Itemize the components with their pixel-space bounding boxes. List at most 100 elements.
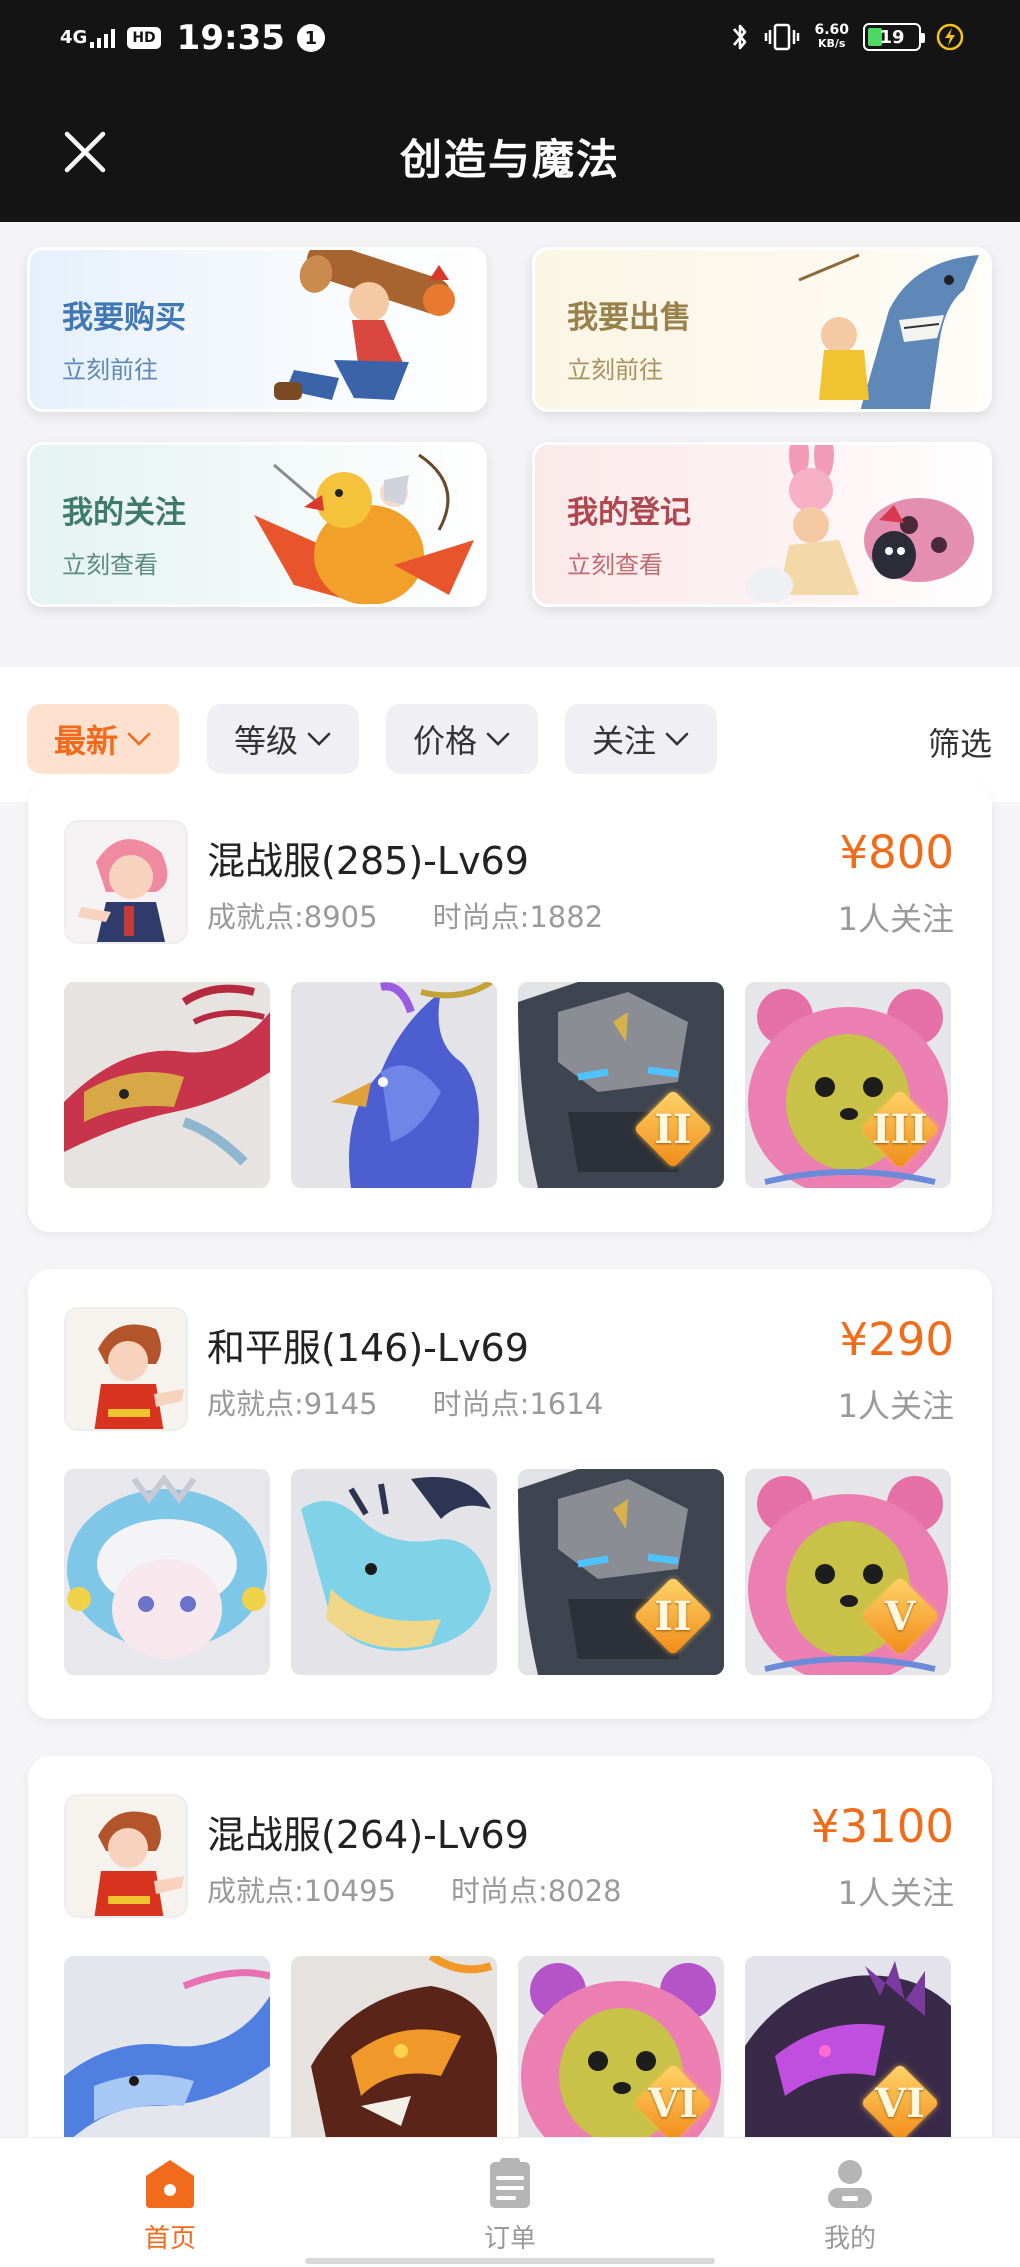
achievement-points: 成就点:10495: [207, 1874, 397, 1908]
fashion-points: 时尚点:8028: [451, 1874, 622, 1908]
network-type: 4G: [60, 27, 88, 48]
listing-list: 混战服(285)-Lv69 成就点:8905 时尚点:1882 ¥800 1人关…: [0, 782, 1020, 2137]
speed-unit: KB/s: [817, 37, 846, 50]
tier-numeral: II: [654, 1593, 692, 1640]
page-title: 创造与魔法: [399, 135, 620, 184]
charging-icon: [936, 23, 964, 51]
sell-card[interactable]: 我要出售 立刻前往: [532, 247, 992, 412]
listing-stats: 成就点:10495 时尚点:8028: [207, 1868, 622, 1910]
lava-dragon-mount-icon[interactable]: [291, 1956, 497, 2137]
rock-golem-mount-icon[interactable]: II: [518, 1469, 724, 1675]
home-indicator[interactable]: [305, 2258, 715, 2264]
battery-level: 19: [879, 26, 905, 48]
listing-price: ¥3100: [810, 1800, 954, 1853]
battery-icon: 19: [863, 23, 925, 51]
red-dragon-mount-icon[interactable]: [64, 982, 270, 1188]
tier-badge: III: [859, 1088, 941, 1170]
tier-badge: VI: [859, 2062, 941, 2137]
register-subtitle: 立刻查看: [567, 551, 663, 579]
buy-subtitle: 立刻前往: [62, 356, 158, 384]
status-right: 6.60 KB/s 19: [730, 20, 965, 54]
register-title: 我的登记: [567, 495, 691, 531]
filter-chip-latest[interactable]: 最新: [27, 704, 179, 774]
follow-card[interactable]: 我的关注 立刻查看: [27, 442, 487, 607]
clock: 19:35: [176, 18, 285, 58]
speed-value: 6.60: [814, 22, 849, 38]
sell-title: 我要出售: [567, 300, 691, 336]
home-icon: [146, 2160, 194, 2208]
azure-dragon-mount-icon[interactable]: [64, 1956, 270, 2137]
register-card[interactable]: 我的登记 立刻查看: [532, 442, 992, 607]
sell-subtitle: 立刻前往: [567, 356, 663, 384]
follower-count: 1人关注: [837, 1387, 954, 1425]
pink-bear-mount-icon[interactable]: VI: [518, 1956, 724, 2137]
avatar: [64, 1794, 188, 1918]
notification-badge: 1: [296, 24, 325, 52]
shadow-beast-mount-icon[interactable]: VI: [745, 1956, 951, 2137]
filter-chip-price[interactable]: 价格: [386, 704, 538, 774]
nav-home-label: 首页: [143, 2224, 196, 2254]
listing-stats: 成就点:8905 时尚点:1882: [207, 894, 603, 936]
avatar: [64, 820, 188, 944]
status-left: 4G HD 19:35 1: [60, 18, 325, 58]
filter-chip-level[interactable]: 等级: [207, 704, 359, 774]
hd-badge: HD: [127, 27, 161, 49]
listing-price: ¥800: [839, 826, 954, 879]
nav-mine-label: 我的: [823, 2224, 876, 2254]
avatar: [64, 1307, 188, 1431]
nav-home[interactable]: 首页: [90, 2156, 250, 2255]
filter-chip-label: 关注: [591, 722, 656, 760]
ice-dragon-mount-icon[interactable]: [291, 1469, 497, 1675]
vibrate-icon: [765, 23, 800, 51]
listing-stats: 成就点:9145 时尚点:1614: [207, 1381, 603, 1423]
achievement-points: 成就点:9145: [207, 1387, 378, 1421]
fashion-points: 时尚点:1614: [432, 1387, 604, 1421]
buy-title: 我要购买: [62, 300, 186, 336]
listing-card[interactable]: 和平服(146)-Lv69 成就点:9145 时尚点:1614 ¥290 1人关…: [28, 1269, 992, 1719]
rock-golem-mount-icon[interactable]: II: [518, 982, 724, 1188]
chevron-down-icon: [127, 732, 151, 746]
bottom-nav: 首页 订单 我的: [0, 2137, 1020, 2267]
chevron-down-icon: [486, 732, 510, 746]
sell-art-icon: [798, 253, 979, 409]
item-gallery: II III: [64, 982, 951, 1188]
follow-title: 我的关注: [62, 495, 186, 531]
cloud-doll-mount-icon[interactable]: [64, 1469, 270, 1675]
filter-bar: 最新 等级 价格 关注 筛选: [0, 667, 1020, 782]
tier-badge: II: [632, 1575, 714, 1657]
filter-button[interactable]: 筛选: [928, 719, 992, 765]
filter-chip-follow[interactable]: 关注: [565, 704, 717, 774]
nav-mine[interactable]: 我的: [770, 2156, 930, 2255]
orders-icon: [490, 2158, 530, 2208]
nav-orders[interactable]: 订单: [430, 2156, 590, 2255]
achievement-points: 成就点:8905: [207, 900, 378, 934]
listing-card[interactable]: 混战服(264)-Lv69 成就点:10495 时尚点:8028 ¥3100 1…: [28, 1756, 992, 2137]
tier-numeral: VI: [648, 2080, 698, 2127]
filter-chip-label: 最新: [53, 722, 118, 760]
listing-card[interactable]: 混战服(285)-Lv69 成就点:8905 时尚点:1882 ¥800 1人关…: [28, 782, 992, 1232]
tier-badge: VI: [632, 2062, 714, 2137]
item-gallery: II V: [64, 1469, 951, 1675]
follower-count: 1人关注: [837, 900, 954, 938]
pink-bear-mount-icon[interactable]: III: [745, 982, 951, 1188]
title-bar: 创造与魔法: [0, 82, 1020, 222]
network-indicator: 4G: [60, 27, 116, 48]
bluetooth-icon: [733, 24, 747, 50]
buy-card[interactable]: 我要购买 立刻前往: [27, 247, 487, 412]
chevron-down-icon: [307, 732, 331, 746]
filter-chip-label: 等级: [233, 722, 298, 760]
item-gallery: VI VI: [64, 1956, 951, 2137]
listing-name: 和平服(146)-Lv69: [207, 1326, 529, 1370]
follow-subtitle: 立刻查看: [62, 551, 158, 579]
buy-art-icon: [274, 250, 455, 400]
register-art-icon: [745, 445, 974, 603]
fashion-points: 时尚点:1882: [432, 900, 604, 934]
listing-price: ¥290: [839, 1313, 954, 1366]
tier-badge: II: [632, 1088, 714, 1170]
tier-numeral: II: [654, 1106, 692, 1153]
pink-bear-mount-icon[interactable]: V: [745, 1469, 951, 1675]
tier-numeral: V: [884, 1593, 916, 1640]
quick-actions: 我要购买 立刻前往 我要出售 立刻前往 我的关注 立刻查看 我的登记 立刻查看: [0, 222, 1020, 667]
blue-phoenix-mount-icon[interactable]: [291, 982, 497, 1188]
tier-numeral: III: [871, 1106, 929, 1153]
